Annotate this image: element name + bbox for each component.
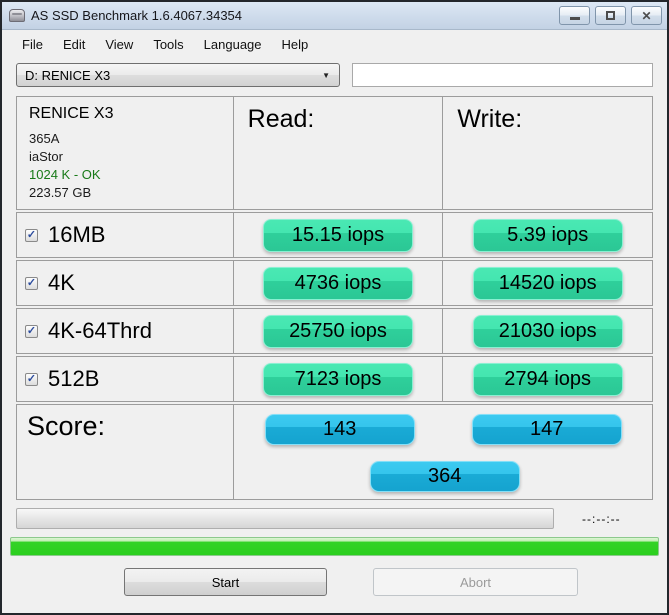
menu-tools[interactable]: Tools — [143, 34, 193, 55]
overall-progress-bar — [10, 537, 659, 556]
drive-selector-value: D: RENICE X3 — [25, 67, 111, 83]
test-progress-bar — [16, 508, 554, 529]
maximize-button[interactable] — [595, 6, 626, 25]
drive-capacity: 223.57 GB — [29, 184, 92, 200]
test-label: 16MB — [48, 222, 106, 247]
header-row: RENICE X3 365A iaStor 1024 K - OK 223.57… — [16, 96, 654, 210]
read-result-badge: 7123 iops — [263, 362, 413, 396]
title-bar: AS SSD Benchmark 1.6.4067.34354 ✕ — [2, 2, 667, 30]
elapsed-time: --:--:-- — [582, 511, 621, 526]
menu-bar: File Edit View Tools Language Help — [2, 30, 667, 58]
test-label-cell: ✓ 16MB — [16, 212, 234, 258]
window-title: AS SSD Benchmark 1.6.4067.34354 — [31, 8, 243, 23]
app-drive-icon — [9, 9, 25, 22]
drive-name: RENICE X3 — [29, 105, 114, 122]
score-values-cell: 143 147 364 — [232, 404, 653, 500]
test-row-512b: ✓ 512B 7123 iops 2794 iops — [16, 356, 654, 402]
toolbar: D: RENICE X3 ▼ — [2, 58, 667, 91]
write-value-cell: 5.39 iops — [442, 212, 654, 258]
score-total-badge: 364 — [369, 461, 520, 492]
info-field[interactable] — [352, 63, 653, 87]
checkbox-16mb[interactable]: ✓ — [25, 228, 38, 242]
write-result-badge: 2794 iops — [472, 362, 623, 396]
read-value-cell: 4736 iops — [232, 260, 444, 306]
abort-button[interactable]: Abort — [373, 568, 578, 596]
drive-firmware: 365A — [29, 131, 60, 146]
test-row-4k-64thrd: ✓ 4K-64Thrd 25750 iops 21030 iops — [16, 308, 654, 354]
progress-row: --:--:-- — [16, 508, 653, 529]
read-result-badge: 4736 iops — [263, 266, 413, 300]
close-icon: ✕ — [641, 8, 652, 23]
write-result-badge: 5.39 iops — [472, 218, 623, 252]
write-result-badge: 14520 iops — [472, 266, 623, 300]
write-value-cell: 21030 iops — [442, 308, 654, 354]
caption-buttons: ✕ — [559, 6, 662, 25]
score-label-cell: Score: — [16, 404, 234, 500]
write-value-cell: 2794 iops — [442, 356, 654, 402]
chevron-down-icon: ▼ — [322, 70, 330, 80]
read-result-badge: 25750 iops — [263, 314, 413, 348]
checkbox-4k[interactable]: ✓ — [25, 276, 38, 290]
action-buttons: Start Abort — [2, 568, 667, 598]
score-write-badge: 147 — [471, 414, 622, 445]
score-read-badge: 143 — [264, 414, 415, 445]
menu-language[interactable]: Language — [194, 34, 272, 55]
read-value-cell: 25750 iops — [232, 308, 444, 354]
score-row: Score: 143 147 364 — [16, 404, 653, 500]
test-row-16mb: ✓ 16MB 15.15 iops 5.39 iops — [16, 212, 654, 258]
drive-driver: iaStor — [29, 148, 63, 164]
read-value-cell: 7123 iops — [232, 356, 444, 402]
test-label: 4K-64Thrd — [48, 318, 152, 343]
write-column-header: Write: — [457, 105, 523, 133]
drive-selector-dropdown[interactable]: D: RENICE X3 ▼ — [16, 63, 340, 87]
checkbox-4k-64thrd[interactable]: ✓ — [25, 324, 38, 338]
menu-help[interactable]: Help — [272, 34, 319, 55]
maximize-icon — [606, 11, 615, 20]
score-label: Score: — [27, 411, 106, 441]
benchmark-table: RENICE X3 365A iaStor 1024 K - OK 223.57… — [16, 96, 654, 500]
test-label: 512B — [48, 366, 100, 391]
minimize-icon — [569, 17, 580, 20]
minimize-button[interactable] — [559, 6, 590, 25]
read-result-badge: 15.15 iops — [263, 218, 413, 252]
drive-info-panel: RENICE X3 365A iaStor 1024 K - OK 223.57… — [16, 96, 234, 210]
drive-alignment-status: 1024 K - OK — [29, 166, 101, 182]
app-window: AS SSD Benchmark 1.6.4067.34354 ✕ File E… — [0, 0, 669, 615]
read-column-header: Read: — [247, 105, 315, 133]
test-label-cell: ✓ 4K — [16, 260, 234, 306]
read-column-header-cell: Read: — [232, 96, 444, 210]
menu-file[interactable]: File — [12, 34, 53, 55]
test-row-4k: ✓ 4K 4736 iops 14520 iops — [16, 260, 654, 306]
write-value-cell: 14520 iops — [442, 260, 654, 306]
test-label: 4K — [48, 270, 75, 295]
menu-edit[interactable]: Edit — [53, 34, 95, 55]
menu-view[interactable]: View — [95, 34, 143, 55]
read-value-cell: 15.15 iops — [232, 212, 444, 258]
write-column-header-cell: Write: — [442, 96, 654, 210]
start-button[interactable]: Start — [124, 568, 327, 596]
write-result-badge: 21030 iops — [472, 314, 623, 348]
checkbox-512b[interactable]: ✓ — [25, 372, 38, 386]
close-button[interactable]: ✕ — [631, 6, 662, 25]
test-label-cell: ✓ 512B — [16, 356, 234, 402]
test-label-cell: ✓ 4K-64Thrd — [16, 308, 234, 354]
